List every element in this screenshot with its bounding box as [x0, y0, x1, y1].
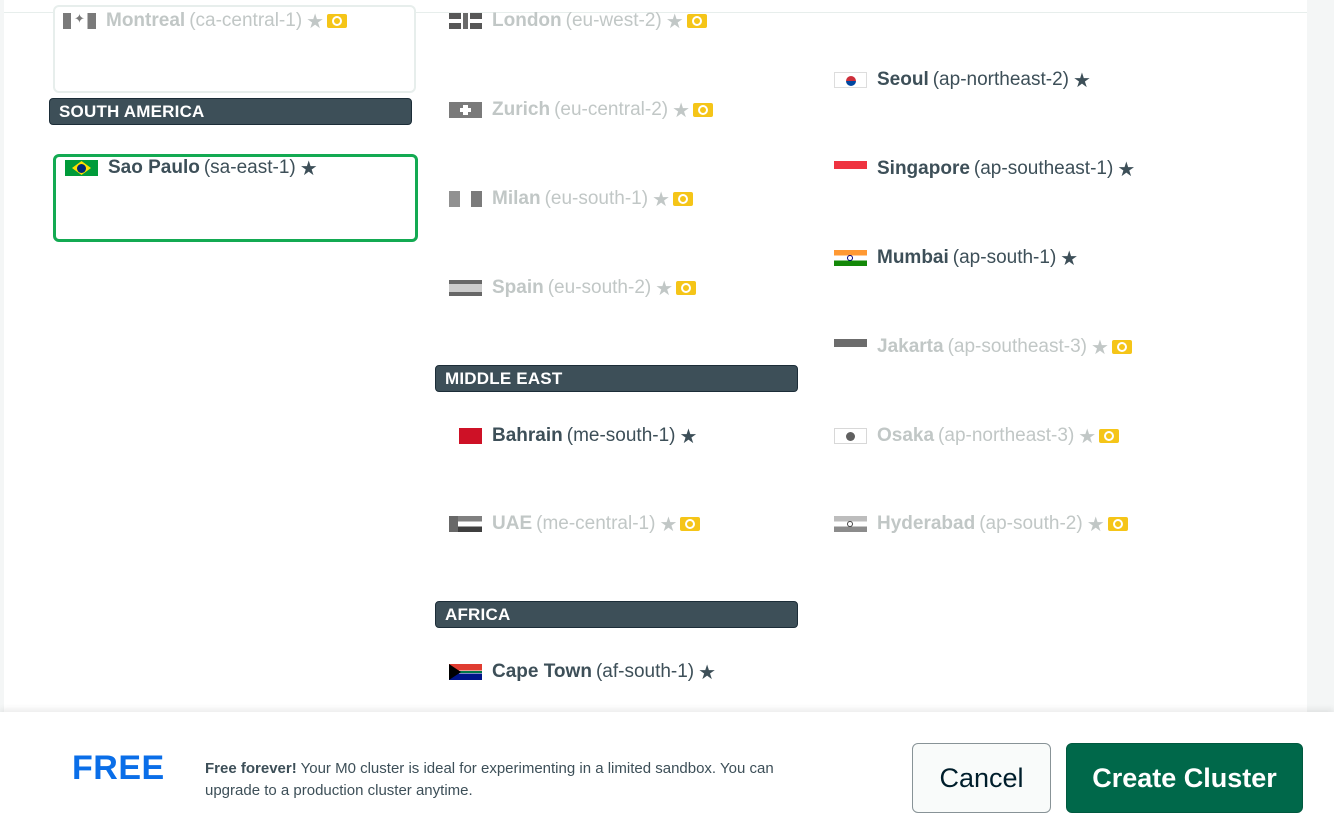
brazil-flag-icon: [65, 160, 98, 176]
star-icon: ★: [1078, 425, 1097, 448]
section-header-middle-east: MIDDLE EAST: [435, 365, 798, 392]
region-name: UAE: [492, 513, 533, 534]
region-option-cape-town[interactable]: Cape Town (af-south-1) ★: [449, 660, 716, 684]
star-icon: ★: [652, 188, 670, 211]
region-code: (ap-south-1): [952, 247, 1057, 268]
india-flag-icon: [834, 516, 867, 532]
region-code: (ap-southeast-3): [947, 336, 1087, 357]
section-header-africa: AFRICA: [435, 601, 798, 628]
region-code: (eu-south-2): [547, 277, 652, 298]
star-icon: ★: [655, 277, 674, 300]
region-code: (ap-south-2): [979, 513, 1083, 534]
star-icon: ★: [1086, 513, 1105, 536]
region-option-jakarta[interactable]: Jakarta (ap-southeast-3) ★: [834, 335, 1132, 359]
tier-description: Free forever! Your M0 cluster is ideal f…: [205, 758, 815, 802]
region-code: (eu-central-2): [554, 99, 669, 120]
dollar-bill-icon: [693, 103, 714, 117]
dollar-bill-icon: [680, 517, 701, 531]
region-option-spain[interactable]: Spain (eu-south-2) ★: [449, 276, 697, 300]
dollar-bill-icon: [1111, 340, 1132, 354]
region-option-seoul[interactable]: Seoul (ap-northeast-2) ★: [834, 68, 1091, 92]
region-code: (eu-south-1): [544, 188, 649, 209]
region-name: Cape Town: [492, 661, 592, 682]
region-option-bahrain[interactable]: Bahrain (me-south-1) ★: [449, 424, 697, 448]
bahrain-flag-icon: [449, 428, 482, 444]
region-option-hyderabad[interactable]: Hyderabad (ap-south-2) ★: [834, 512, 1128, 536]
region-code: (af-south-1): [595, 661, 695, 682]
star-icon: ★: [306, 10, 325, 33]
canada-flag-icon: [63, 11, 96, 29]
star-icon: ★: [672, 99, 691, 122]
region-code: (ca-central-1): [189, 10, 303, 31]
region-code: (ap-northeast-3): [938, 425, 1075, 446]
star-icon: ★: [1072, 69, 1091, 92]
region-name: Seoul: [877, 69, 929, 90]
star-icon: ★: [1117, 158, 1136, 181]
japan-flag-icon: [834, 428, 867, 444]
south-korea-flag-icon: [834, 72, 867, 88]
section-header-south-america: SOUTH AMERICA: [49, 98, 412, 125]
region-code: (eu-west-2): [565, 10, 662, 31]
region-name: Montreal: [106, 10, 186, 31]
region-name: Sao Paulo: [108, 157, 200, 178]
switzerland-flag-icon: [449, 102, 482, 118]
star-icon: ★: [299, 157, 318, 180]
region-code: (ap-southeast-1): [973, 158, 1114, 179]
region-option-montreal[interactable]: Montreal (ca-central-1) ★: [63, 9, 348, 33]
dollar-bill-icon: [673, 192, 693, 206]
region-name: Jakarta: [877, 336, 944, 357]
region-option-milan[interactable]: Milan (eu-south-1) ★: [449, 187, 693, 211]
region-option-london[interactable]: London (eu-west-2) ★: [449, 9, 707, 33]
tier-description-bold: Free forever!: [205, 760, 297, 777]
region-name: Hyderabad: [877, 513, 976, 534]
region-name: London: [492, 10, 562, 31]
star-icon: ★: [665, 10, 684, 33]
tier-label: FREE: [72, 749, 165, 787]
region-option-zurich[interactable]: Zurich (eu-central-2) ★: [449, 98, 714, 122]
south-africa-flag-icon: [449, 664, 482, 680]
region-name: Bahrain: [492, 425, 563, 446]
region-name: Singapore: [877, 158, 970, 179]
spain-flag-icon: [449, 280, 482, 296]
region-option-sao-paulo[interactable]: Sao Paulo (sa-east-1) ★: [65, 156, 318, 180]
region-option-singapore[interactable]: Singapore (ap-southeast-1) ★: [834, 157, 1135, 181]
region-code: (ap-northeast-2): [932, 69, 1069, 90]
star-icon: ★: [1060, 247, 1079, 270]
dollar-bill-icon: [686, 14, 707, 28]
star-icon: ★: [698, 661, 717, 684]
star-icon: ★: [1090, 336, 1109, 359]
italy-flag-icon: [449, 191, 482, 207]
region-name: Zurich: [492, 99, 551, 120]
dollar-bill-icon: [327, 14, 348, 28]
region-name: Milan: [492, 188, 541, 209]
region-code: (sa-east-1): [203, 157, 296, 178]
dollar-bill-icon: [1107, 517, 1128, 531]
region-code: (me-south-1): [566, 425, 676, 446]
uae-flag-icon: [449, 516, 482, 532]
scrollbar-track[interactable]: [1307, 0, 1334, 712]
indonesia-flag-icon: [834, 339, 867, 355]
cancel-button[interactable]: Cancel: [912, 743, 1051, 813]
star-icon: ★: [679, 425, 698, 448]
dollar-bill-icon: [676, 281, 697, 295]
singapore-flag-icon: [834, 161, 867, 177]
region-selection-panel: Montreal (ca-central-1) ★ SOUTH AMERICA …: [4, 5, 1307, 713]
region-code: (me-central-1): [536, 513, 656, 534]
create-cluster-button[interactable]: Create Cluster: [1066, 743, 1303, 813]
region-name: Osaka: [877, 425, 935, 446]
region-name: Spain: [492, 277, 544, 298]
footer-bar: FREE Free forever! Your M0 cluster is id…: [0, 712, 1334, 826]
uk-flag-icon: [449, 13, 482, 29]
region-option-mumbai[interactable]: Mumbai (ap-south-1) ★: [834, 246, 1078, 270]
dollar-bill-icon: [1099, 429, 1120, 443]
region-option-osaka[interactable]: Osaka (ap-northeast-3) ★: [834, 424, 1120, 448]
region-name: Mumbai: [877, 247, 949, 268]
star-icon: ★: [659, 513, 678, 536]
region-option-uae[interactable]: UAE (me-central-1) ★: [449, 512, 701, 536]
india-flag-icon: [834, 250, 867, 266]
